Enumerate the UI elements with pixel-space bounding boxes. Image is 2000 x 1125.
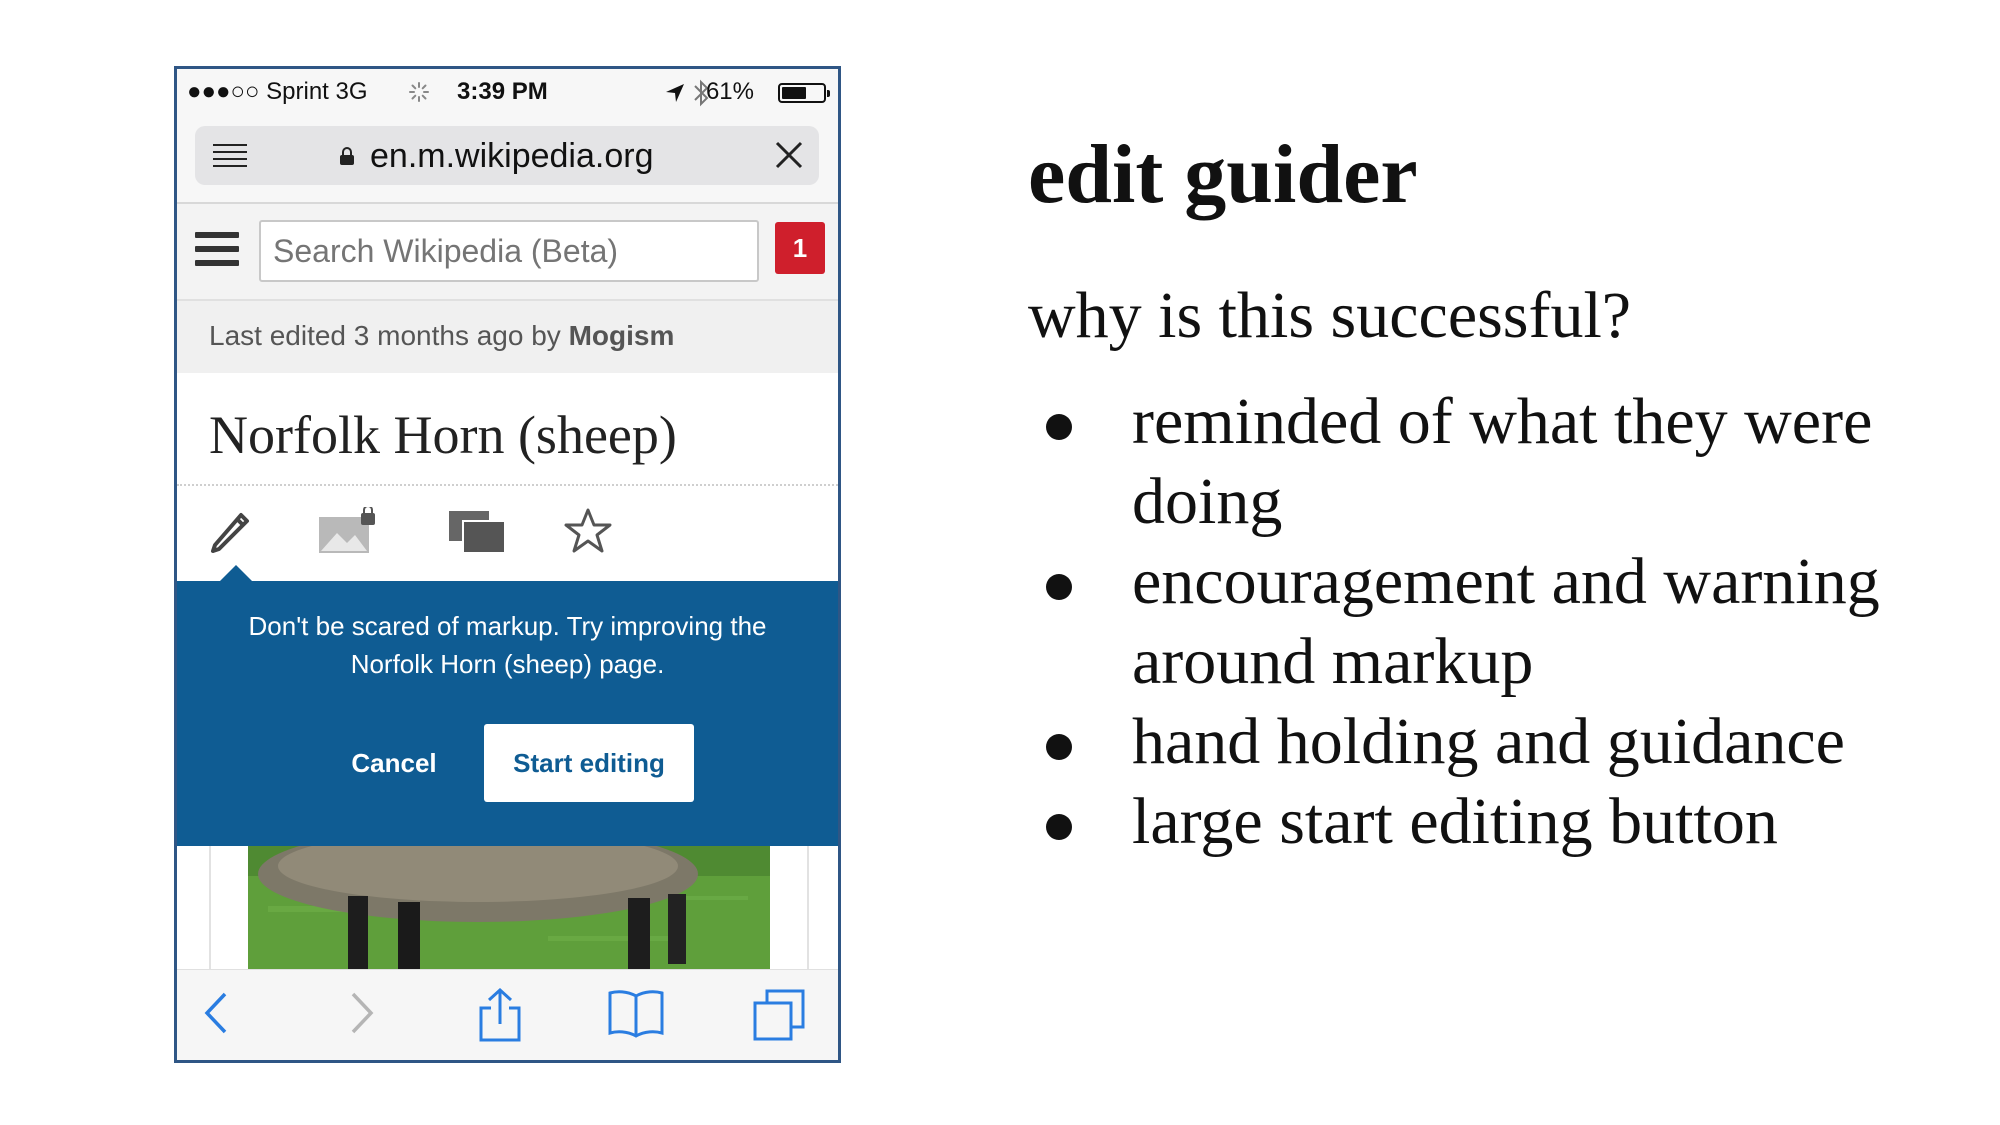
title-divider <box>177 484 838 486</box>
tabs-icon[interactable] <box>752 988 806 1042</box>
bullet-dot-icon <box>1046 414 1072 440</box>
clock: 3:39 PM <box>457 78 548 105</box>
bullet-item: reminded of what they were doing <box>1040 382 1970 542</box>
edit-guider-popup: Don't be scared of markup. Try improving… <box>177 565 838 846</box>
slide-title: edit guider <box>1028 128 1418 221</box>
phone-screenshot: ●●●○○ Sprint 3G 3:39 PM 61% en.m.wikiped… <box>174 66 841 1063</box>
activity-spinner-icon <box>409 82 429 102</box>
page-actions <box>177 499 838 569</box>
last-edited-text: Last edited 3 months ago by <box>209 320 569 351</box>
url-text[interactable]: en.m.wikipedia.org <box>370 137 653 176</box>
bullet-text: encouragement and warning around markup <box>1132 545 1880 698</box>
guider-pointer <box>220 565 252 581</box>
status-bar: ●●●○○ Sprint 3G 3:39 PM 61% <box>177 69 838 117</box>
reader-list-icon[interactable] <box>213 144 247 167</box>
battery-percent: 61% <box>705 78 754 105</box>
search-input[interactable] <box>259 220 759 282</box>
bullet-dot-icon <box>1046 734 1072 760</box>
pencil-edit-icon[interactable] <box>205 507 253 555</box>
browser-toolbar <box>177 969 838 1060</box>
forward-icon[interactable] <box>347 988 377 1038</box>
guider-message: Don't be scared of markup. Try improving… <box>248 611 767 679</box>
bullet-dot-icon <box>1046 814 1072 840</box>
bookmarks-icon[interactable] <box>607 988 665 1038</box>
bullet-dot-icon <box>1046 574 1072 600</box>
address-bar[interactable]: en.m.wikipedia.org <box>195 126 819 185</box>
start-editing-button[interactable]: Start editing <box>484 724 694 802</box>
battery-icon <box>778 83 830 103</box>
sheep-photo[interactable] <box>248 846 770 976</box>
close-icon[interactable] <box>773 139 805 171</box>
star-watch-icon[interactable] <box>563 507 613 555</box>
carrier-label: ●●●○○ Sprint 3G <box>187 78 368 105</box>
bullet-text: reminded of what they were doing <box>1132 385 1873 538</box>
last-edited-bar[interactable]: Last edited 3 months ago by Mogism <box>177 301 838 373</box>
wiki-header: 1 <box>177 204 838 301</box>
languages-icon[interactable] <box>447 507 507 555</box>
lock-icon <box>340 147 354 165</box>
bullet-text: large start editing button <box>1132 785 1778 858</box>
bullet-text: hand holding and guidance <box>1132 705 1845 778</box>
slide-question: why is this successful? <box>1028 279 1632 352</box>
bullet-item: hand holding and guidance <box>1040 702 1970 782</box>
back-icon[interactable] <box>201 988 231 1038</box>
share-icon[interactable] <box>477 988 523 1044</box>
browser-url-area: en.m.wikipedia.org <box>177 117 838 204</box>
location-arrow-icon <box>666 84 684 102</box>
hamburger-menu-icon[interactable] <box>195 232 239 270</box>
notification-badge[interactable]: 1 <box>775 222 825 274</box>
bullet-item: encouragement and warning around markup <box>1040 542 1970 702</box>
battery-fill <box>782 87 806 99</box>
bullet-item: large start editing button <box>1040 782 1970 862</box>
upload-image-locked-icon[interactable] <box>317 507 381 555</box>
last-edited-user[interactable]: Mogism <box>569 320 675 351</box>
cancel-button[interactable]: Cancel <box>329 743 459 783</box>
page-title: Norfolk Horn (sheep) <box>209 405 677 465</box>
bullet-list: reminded of what they were doing encoura… <box>1040 382 1970 862</box>
